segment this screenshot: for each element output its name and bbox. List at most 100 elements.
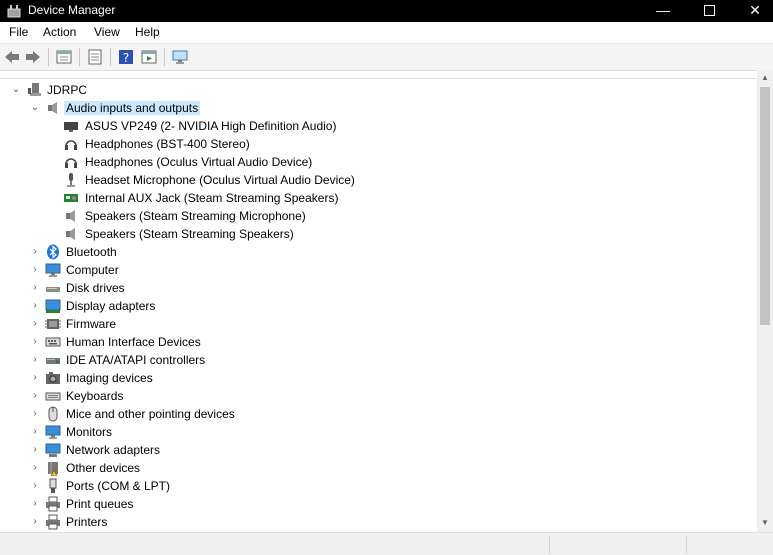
monitor-icon <box>45 263 61 277</box>
minimize-button[interactable]: — <box>640 0 686 22</box>
speaker-icon <box>66 228 75 240</box>
category-label: Audio inputs and outputs <box>64 101 201 115</box>
category-audio[interactable]: ⌄ Audio inputs and outputs <box>0 99 757 117</box>
expand-chevron-icon[interactable]: › <box>29 282 41 294</box>
maximize-button[interactable] <box>686 0 732 22</box>
category-computer[interactable]: › Computer <box>0 261 757 279</box>
device-label: Headphones (Oculus Virtual Audio Device) <box>85 155 313 169</box>
forward-icon[interactable] <box>24 48 42 66</box>
category-label: Imaging devices <box>66 371 153 385</box>
scroll-up-icon[interactable]: ▲ <box>757 73 773 82</box>
minimize-icon: — <box>656 2 670 18</box>
device-label: ASUS VP249 (2- NVIDIA High Definition Au… <box>85 119 337 133</box>
audio-card-icon <box>64 194 78 202</box>
mouse-icon <box>48 406 58 422</box>
microphone-icon <box>67 173 75 187</box>
help-icon[interactable]: ? <box>117 48 135 66</box>
expand-chevron-icon[interactable]: › <box>29 480 41 492</box>
collapse-chevron-icon[interactable]: ⌄ <box>10 84 22 96</box>
device-item[interactable]: Internal AUX Jack (Steam Streaming Speak… <box>0 189 757 207</box>
tree-root[interactable]: ⌄ JDRPC <box>0 81 757 99</box>
close-icon: ✕ <box>749 2 761 18</box>
device-label: Speakers (Steam Streaming Microphone) <box>85 209 306 223</box>
vertical-scrollbar[interactable]: ▲ ▼ <box>757 70 773 532</box>
expand-chevron-icon[interactable]: › <box>29 264 41 276</box>
category-label: Network adapters <box>66 443 161 457</box>
display-adapter-icon <box>45 299 61 313</box>
selected-label: Audio inputs and outputs <box>64 101 201 115</box>
category-firmware[interactable]: › Firmware <box>0 315 757 333</box>
expand-chevron-icon[interactable]: › <box>29 408 41 420</box>
svg-text:?: ? <box>123 51 129 65</box>
category-label: Other devices <box>66 461 141 475</box>
category-keyboards[interactable]: › Keyboards <box>0 387 757 405</box>
run-icon[interactable] <box>140 48 158 66</box>
category-label: Keyboards <box>66 389 124 403</box>
back-icon[interactable] <box>3 48 21 66</box>
menu-action[interactable]: Action <box>42 25 77 39</box>
toolbar-separator <box>164 48 165 66</box>
category-network-adapters[interactable]: › Network adapters <box>0 441 757 459</box>
disk-drive-icon <box>46 287 60 292</box>
expand-chevron-icon[interactable]: › <box>29 246 41 258</box>
expand-chevron-icon[interactable]: › <box>29 498 41 510</box>
device-item[interactable]: Speakers (Steam Streaming Microphone) <box>0 207 757 225</box>
category-label: Printers <box>66 515 108 529</box>
menu-view[interactable]: View <box>93 25 121 39</box>
menu-file[interactable]: File <box>8 25 29 39</box>
scroll-down-icon[interactable]: ▼ <box>757 518 773 527</box>
menu-bar: File Action View Help <box>0 22 773 44</box>
category-ports[interactable]: › Ports (COM & LPT) <box>0 477 757 495</box>
device-item[interactable]: Headphones (Oculus Virtual Audio Device) <box>0 153 757 171</box>
category-printers[interactable]: › Printers <box>0 513 757 531</box>
category-hid[interactable]: › Human Interface Devices <box>0 333 757 351</box>
device-item[interactable]: ASUS VP249 (2- NVIDIA High Definition Au… <box>0 117 757 135</box>
device-item[interactable]: Headset Microphone (Oculus Virtual Audio… <box>0 171 757 189</box>
ide-controller-icon <box>46 358 60 364</box>
category-print-queues[interactable]: › Print queues <box>0 495 757 513</box>
device-item[interactable]: Speakers (Steam Streaming Speakers) <box>0 225 757 243</box>
unknown-device-icon <box>48 462 58 476</box>
close-button[interactable]: ✕ <box>732 0 773 22</box>
category-display-adapters[interactable]: › Display adapters <box>0 297 757 315</box>
expand-chevron-icon[interactable]: › <box>29 318 41 330</box>
camera-icon <box>46 372 60 384</box>
device-tree[interactable]: ⌄ JDRPC ⌄ Audio inputs and outputs ASUS … <box>0 78 757 533</box>
expand-chevron-icon[interactable]: › <box>29 336 41 348</box>
category-label: Computer <box>66 263 119 277</box>
expand-chevron-icon[interactable]: › <box>29 372 41 384</box>
expand-chevron-icon[interactable]: › <box>29 444 41 456</box>
category-label: Ports (COM & LPT) <box>66 479 171 493</box>
computer-monitor-icon[interactable] <box>171 48 189 66</box>
device-item[interactable]: Headphones (BST-400 Stereo) <box>0 135 757 153</box>
scroll-thumb[interactable] <box>760 87 770 325</box>
properties-icon[interactable] <box>55 48 73 66</box>
category-label: Firmware <box>66 317 116 331</box>
category-disk-drives[interactable]: › Disk drives <box>0 279 757 297</box>
printer-icon <box>46 514 60 530</box>
expand-chevron-icon[interactable]: › <box>29 426 41 438</box>
toolbar: ? <box>0 44 773 71</box>
category-label: Mice and other pointing devices <box>66 407 235 421</box>
speaker-icon <box>66 210 75 222</box>
expand-chevron-icon[interactable]: › <box>29 390 41 402</box>
category-mice[interactable]: › Mice and other pointing devices <box>0 405 757 423</box>
firmware-icon <box>45 319 61 329</box>
category-ide-controllers[interactable]: › IDE ATA/ATAPI controllers <box>0 351 757 369</box>
category-monitors[interactable]: › Monitors <box>0 423 757 441</box>
category-imaging-devices[interactable]: › Imaging devices <box>0 369 757 387</box>
status-bar <box>0 532 773 555</box>
expand-chevron-icon[interactable]: › <box>29 516 41 528</box>
menu-help[interactable]: Help <box>134 25 161 39</box>
view-icon[interactable] <box>86 48 104 66</box>
toolbar-separator <box>48 48 49 66</box>
category-bluetooth[interactable]: › Bluetooth <box>0 243 757 261</box>
status-divider <box>686 536 687 554</box>
expand-chevron-icon[interactable]: › <box>29 300 41 312</box>
hid-icon <box>45 337 61 347</box>
collapse-chevron-icon[interactable]: ⌄ <box>29 102 41 114</box>
expand-chevron-icon[interactable]: › <box>29 462 41 474</box>
category-other-devices[interactable]: › Other devices <box>0 459 757 477</box>
computer-icon <box>28 83 41 96</box>
expand-chevron-icon[interactable]: › <box>29 354 41 366</box>
